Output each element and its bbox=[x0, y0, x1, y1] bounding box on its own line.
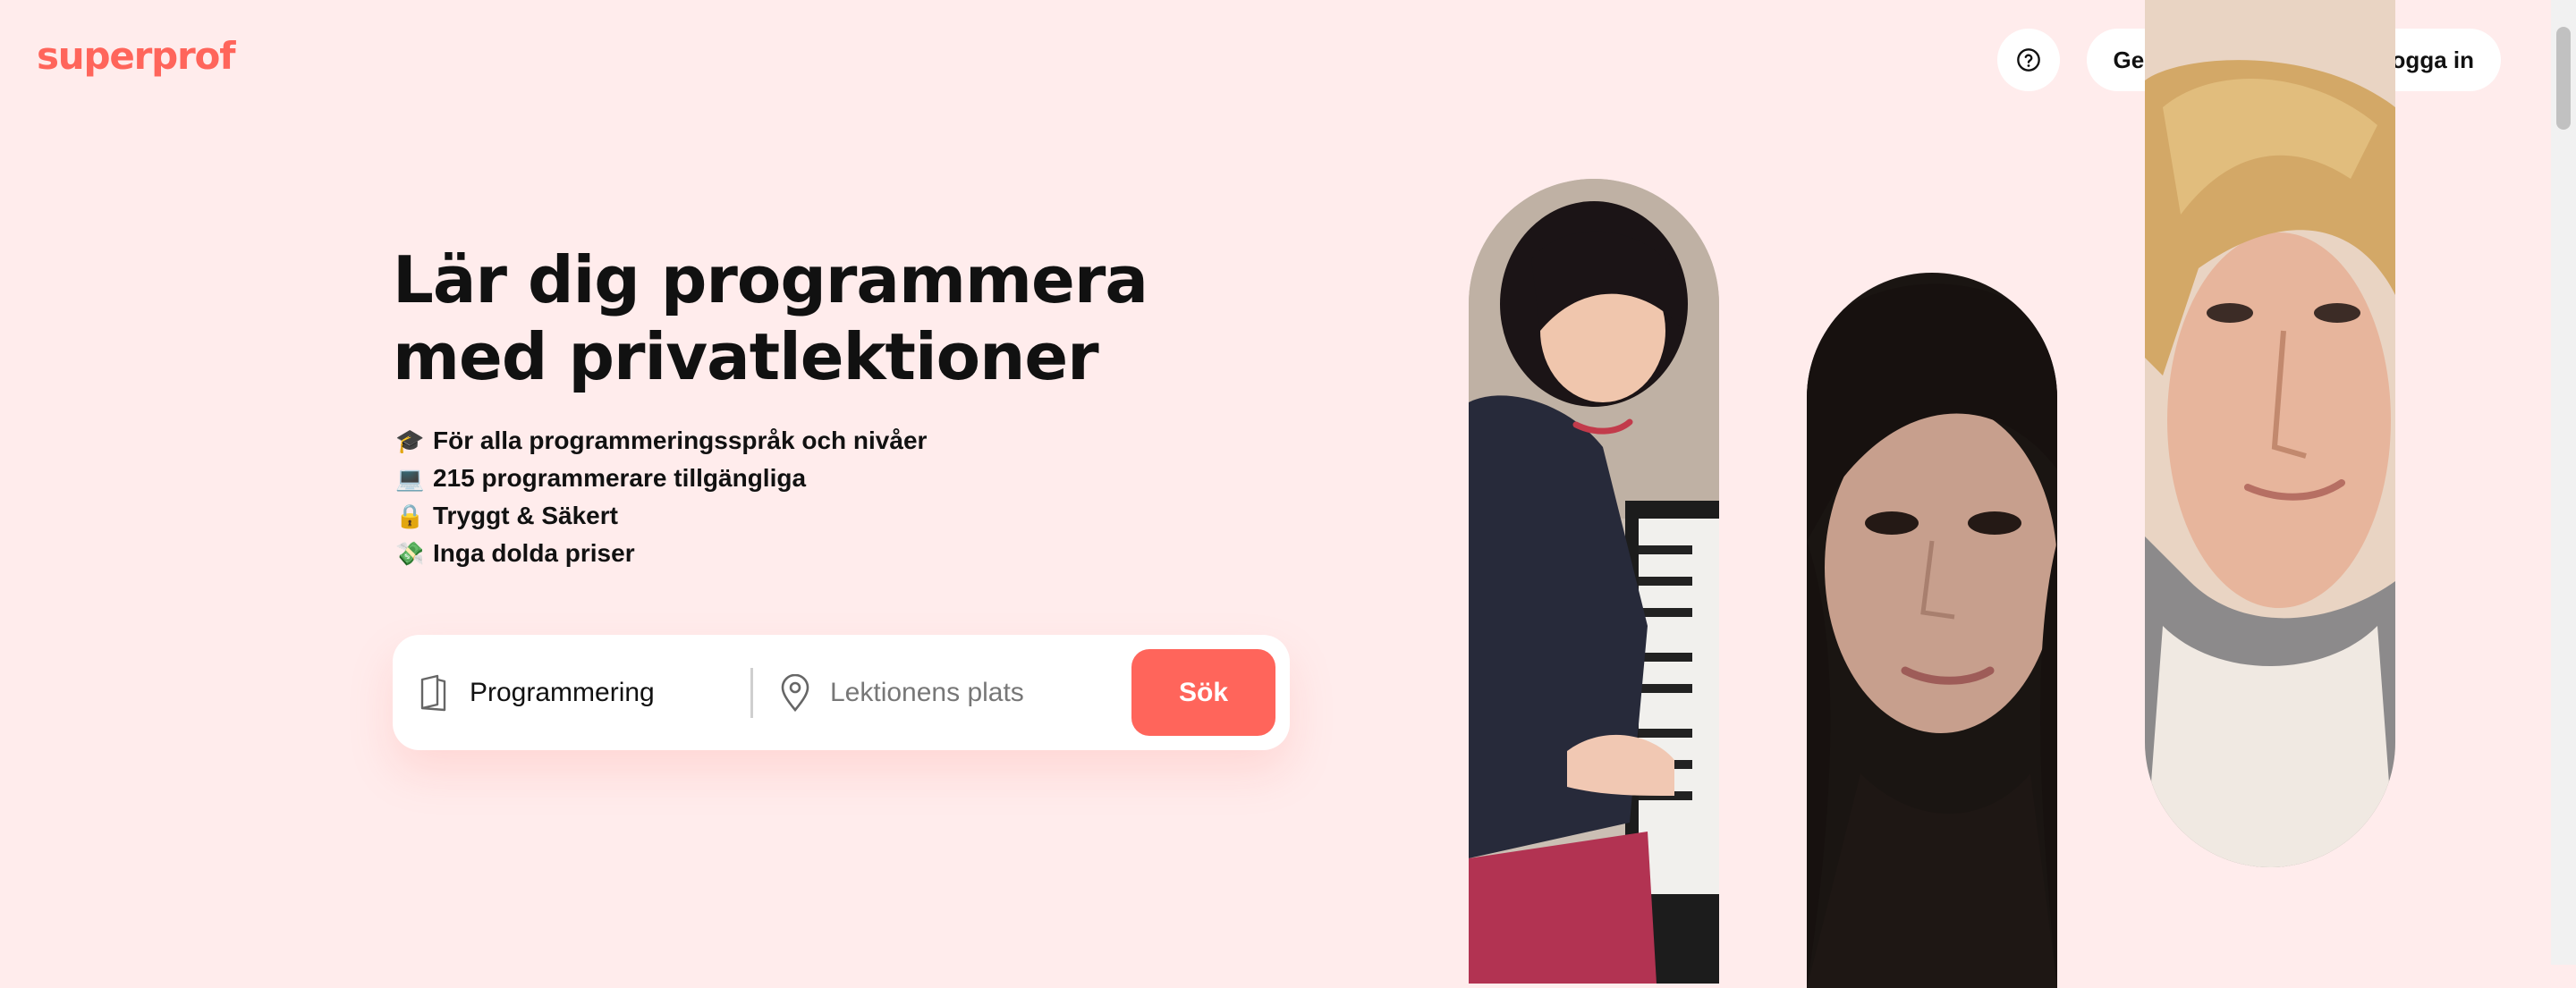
location-input[interactable]: Lektionens plats bbox=[830, 678, 1024, 708]
book-icon bbox=[419, 674, 470, 712]
feature-item: 💸 Inga dolda priser bbox=[395, 535, 927, 572]
feature-text: Inga dolda priser bbox=[433, 539, 635, 567]
lock-icon: 🔒 bbox=[395, 502, 425, 529]
help-button[interactable] bbox=[1996, 29, 2060, 91]
feature-text: 215 programmerare tillgängliga bbox=[433, 464, 807, 492]
location-field[interactable]: Lektionens plats bbox=[753, 635, 1111, 750]
search-button[interactable]: Sök bbox=[1131, 649, 1275, 736]
superprof-logo[interactable]: superprof bbox=[37, 34, 235, 78]
feature-item: 🎓 För alla programmeringsspråk och nivåe… bbox=[395, 422, 927, 460]
tutor-photo-piano bbox=[1469, 179, 1719, 984]
question-circle-icon bbox=[2016, 48, 2040, 72]
subject-field[interactable]: Programmering bbox=[393, 635, 750, 750]
page-title: Lär dig programmera med privatlektioner bbox=[393, 242, 1148, 394]
tutor-photo-woman bbox=[1807, 273, 2057, 988]
feature-text: Tryggt & Säkert bbox=[433, 502, 618, 529]
tutor-photo-man bbox=[2145, 0, 2395, 867]
page-scrollbar[interactable] bbox=[2551, 0, 2576, 965]
feature-text: För alla programmeringsspråk och nivåer bbox=[433, 426, 928, 454]
feature-item: 🔒 Tryggt & Säkert bbox=[395, 497, 927, 535]
feature-list: 🎓 För alla programmeringsspråk och nivåe… bbox=[395, 422, 927, 572]
search-bar: Programmering Lektionens plats Sök bbox=[393, 635, 1290, 750]
location-pin-icon bbox=[780, 673, 830, 712]
laptop-icon: 💻 bbox=[395, 464, 425, 492]
feature-item: 💻 215 programmerare tillgängliga bbox=[395, 460, 927, 497]
subject-value[interactable]: Programmering bbox=[470, 678, 655, 708]
money-icon: 💸 bbox=[395, 539, 425, 567]
scrollbar-thumb[interactable] bbox=[2556, 27, 2571, 130]
graduation-cap-icon: 🎓 bbox=[395, 426, 425, 454]
